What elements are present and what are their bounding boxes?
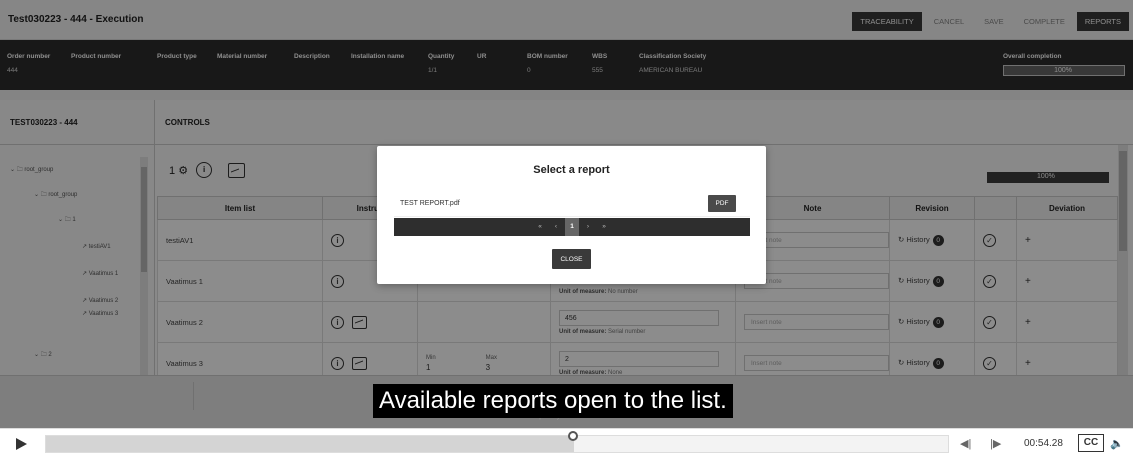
play-icon[interactable] — [16, 438, 27, 450]
forward-icon[interactable]: |▶ — [990, 437, 1001, 450]
seek-bar[interactable] — [45, 431, 949, 453]
volume-icon[interactable]: 🔈 — [1110, 437, 1124, 450]
page-1-button[interactable]: 1 — [565, 218, 579, 236]
closed-captions-button[interactable]: CC — [1078, 434, 1104, 452]
close-button[interactable]: CLOSE — [552, 249, 591, 269]
select-report-dialog: Select a report TEST REPORT.pdf PDF « ‹ … — [377, 146, 766, 284]
pagination: « ‹ 1 › » — [394, 218, 750, 236]
video-player-bar: ◀| |▶ 00:54.28 CC 🔈 — [0, 428, 1133, 458]
seek-played — [46, 436, 574, 452]
last-page-button[interactable]: » — [597, 218, 611, 236]
video-caption: Available reports open to the list. — [373, 384, 733, 418]
first-page-button[interactable]: « — [533, 218, 547, 236]
app-window: Test030223 - 444 - Execution TRACEABILIT… — [0, 0, 1133, 428]
rewind-icon[interactable]: ◀| — [960, 437, 971, 450]
prev-page-button[interactable]: ‹ — [549, 218, 563, 236]
report-name: TEST REPORT.pdf — [400, 200, 460, 207]
dialog-title: Select a report — [533, 164, 610, 176]
report-list-item: TEST REPORT.pdf PDF — [394, 190, 750, 217]
playback-time: 00:54.28 — [1024, 438, 1063, 449]
pdf-button[interactable]: PDF — [708, 195, 736, 212]
seek-handle[interactable] — [567, 431, 578, 441]
next-page-button[interactable]: › — [581, 218, 595, 236]
